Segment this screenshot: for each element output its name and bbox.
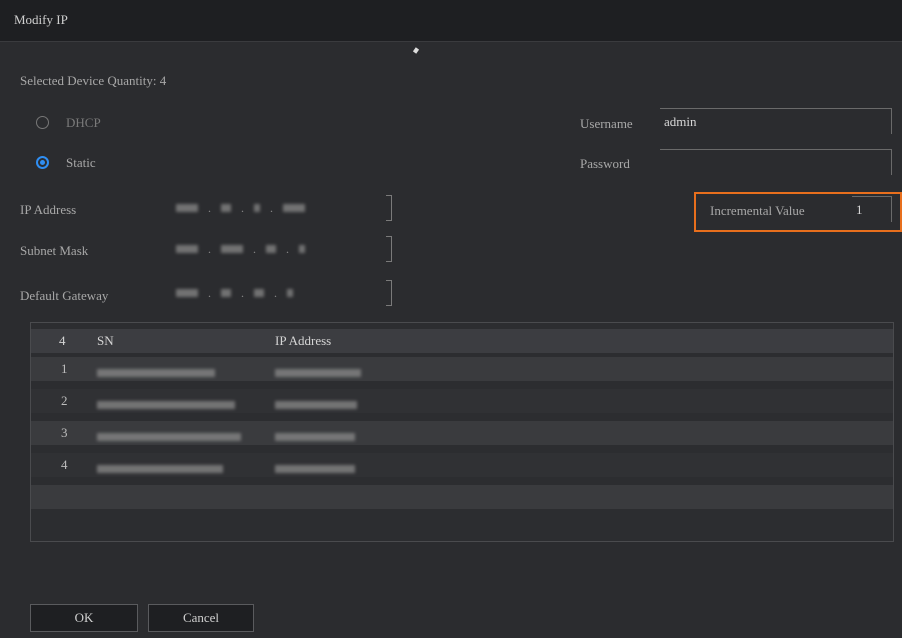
cancel-button[interactable]: Cancel	[148, 604, 254, 632]
header-ip: IP Address	[275, 333, 332, 348]
row-index: 4	[61, 457, 68, 472]
table-row[interactable]: 3	[31, 421, 893, 445]
title-bar: Modify IP	[0, 0, 902, 42]
static-radio-option[interactable]: Static	[36, 155, 156, 173]
table-header: 4 SN IP Address	[31, 329, 893, 353]
username-input[interactable]	[660, 108, 892, 134]
password-input[interactable]	[660, 149, 892, 175]
subnet-mask-field[interactable]: . . .	[154, 236, 392, 262]
table-row[interactable]: 2	[31, 389, 893, 413]
default-gateway-field[interactable]: . . .	[154, 280, 392, 306]
static-radio-icon[interactable]	[36, 156, 49, 169]
row-index: 3	[61, 425, 68, 440]
selected-device-quantity: Selected Device Quantity: 4	[20, 73, 167, 88]
row-index: 2	[61, 393, 68, 408]
header-count: 4	[59, 333, 66, 348]
dhcp-radio-option[interactable]: DHCP	[36, 115, 156, 133]
ok-button[interactable]: OK	[30, 604, 138, 632]
incremental-value-input[interactable]	[852, 196, 892, 222]
incremental-value-label: Incremental Value	[710, 203, 805, 218]
password-label: Password	[580, 156, 630, 171]
dialog-title: Modify IP	[14, 12, 68, 27]
table-row-empty	[31, 485, 893, 509]
table-row[interactable]: 4	[31, 453, 893, 477]
header-sn: SN	[97, 333, 114, 348]
username-label: Username	[580, 116, 633, 131]
subnet-mask-label: Subnet Mask	[20, 243, 89, 258]
static-label: Static	[66, 155, 96, 170]
default-gateway-label: Default Gateway	[20, 288, 109, 303]
mouse-cursor-icon	[412, 47, 420, 54]
modify-ip-dialog: Modify IP Selected Device Quantity: 4 DH…	[0, 0, 902, 638]
dhcp-radio-icon[interactable]	[36, 116, 49, 129]
table-row[interactable]: 1	[31, 357, 893, 381]
ip-address-label: IP Address	[20, 202, 77, 217]
dhcp-label: DHCP	[66, 115, 101, 130]
row-index: 1	[61, 361, 68, 376]
device-table: 4 SN IP Address 1 2 3 4	[30, 322, 894, 542]
ip-address-field[interactable]: . . .	[154, 195, 392, 221]
